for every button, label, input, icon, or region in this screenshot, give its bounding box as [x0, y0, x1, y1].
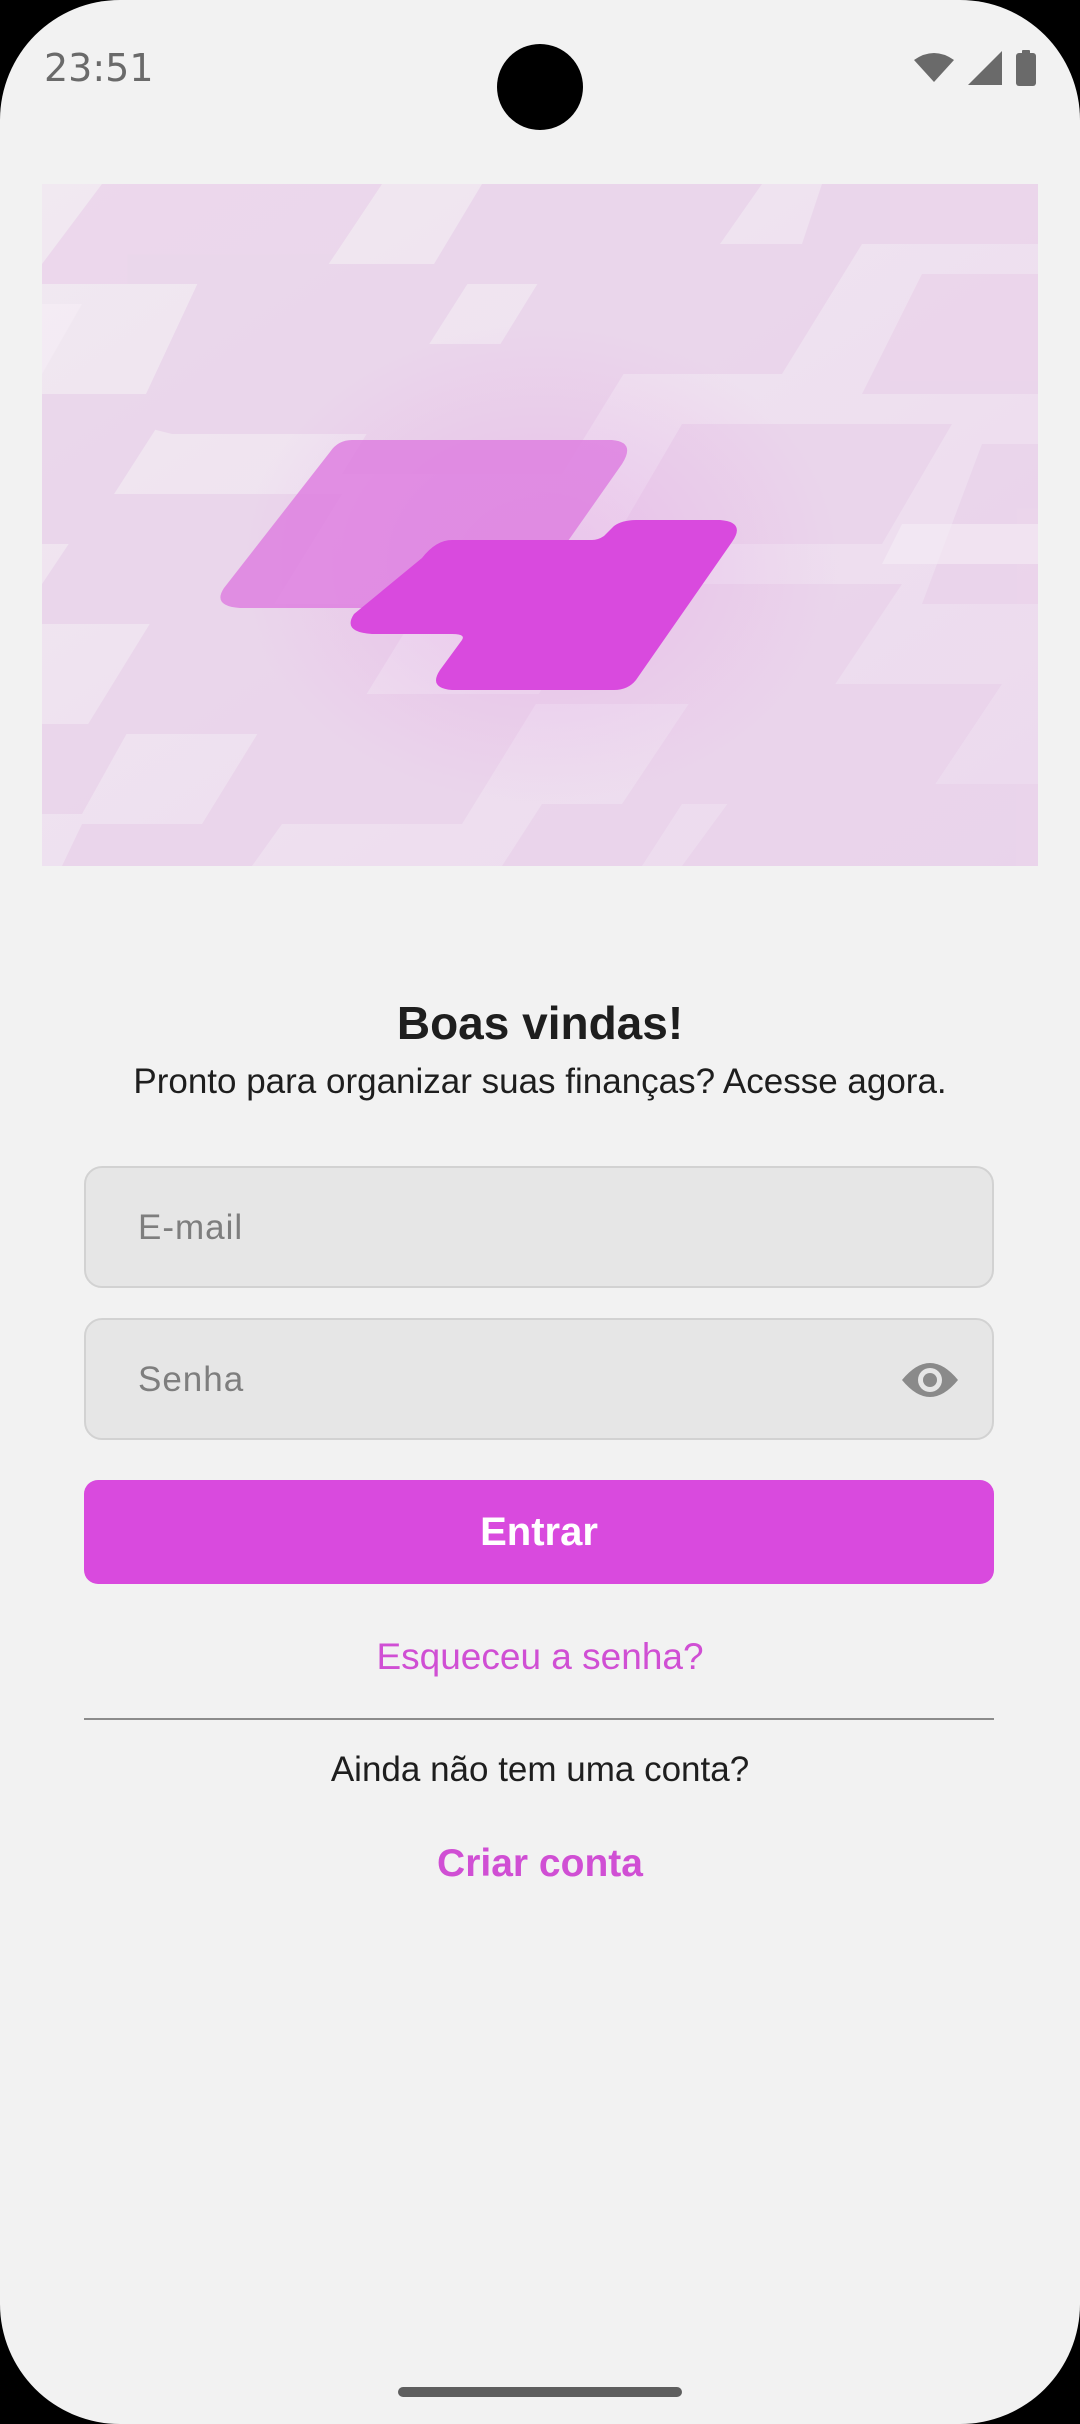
forgot-password-link[interactable]: Esqueceu a senha? [0, 1636, 1080, 1678]
camera-cutout [497, 44, 583, 130]
hero-banner [42, 184, 1038, 866]
password-field-container [84, 1318, 994, 1440]
create-account-link[interactable]: Criar conta [0, 1842, 1080, 1886]
status-time: 23:51 [44, 46, 154, 90]
email-input[interactable] [136, 1168, 900, 1288]
eye-icon[interactable] [900, 1356, 960, 1404]
welcome-subtitle: Pronto para organizar suas finanças? Ace… [133, 1062, 947, 1101]
login-button[interactable]: Entrar [84, 1480, 994, 1584]
status-icons [914, 50, 1036, 86]
login-screen: 23:51 Boas vindas! Pronto para organizar… [0, 0, 1080, 2424]
password-input[interactable] [136, 1320, 900, 1440]
home-indicator[interactable] [398, 2387, 682, 2397]
divider [84, 1718, 994, 1720]
battery-icon [1016, 50, 1036, 86]
welcome-title: Boas vindas! [396, 997, 684, 1049]
cell-signal-icon [968, 51, 1002, 85]
email-field-container [84, 1166, 994, 1288]
no-account-prompt: Ainda não tem uma conta? [330, 1750, 750, 1789]
wifi-icon [914, 52, 954, 84]
status-bar: 23:51 [0, 0, 1080, 140]
